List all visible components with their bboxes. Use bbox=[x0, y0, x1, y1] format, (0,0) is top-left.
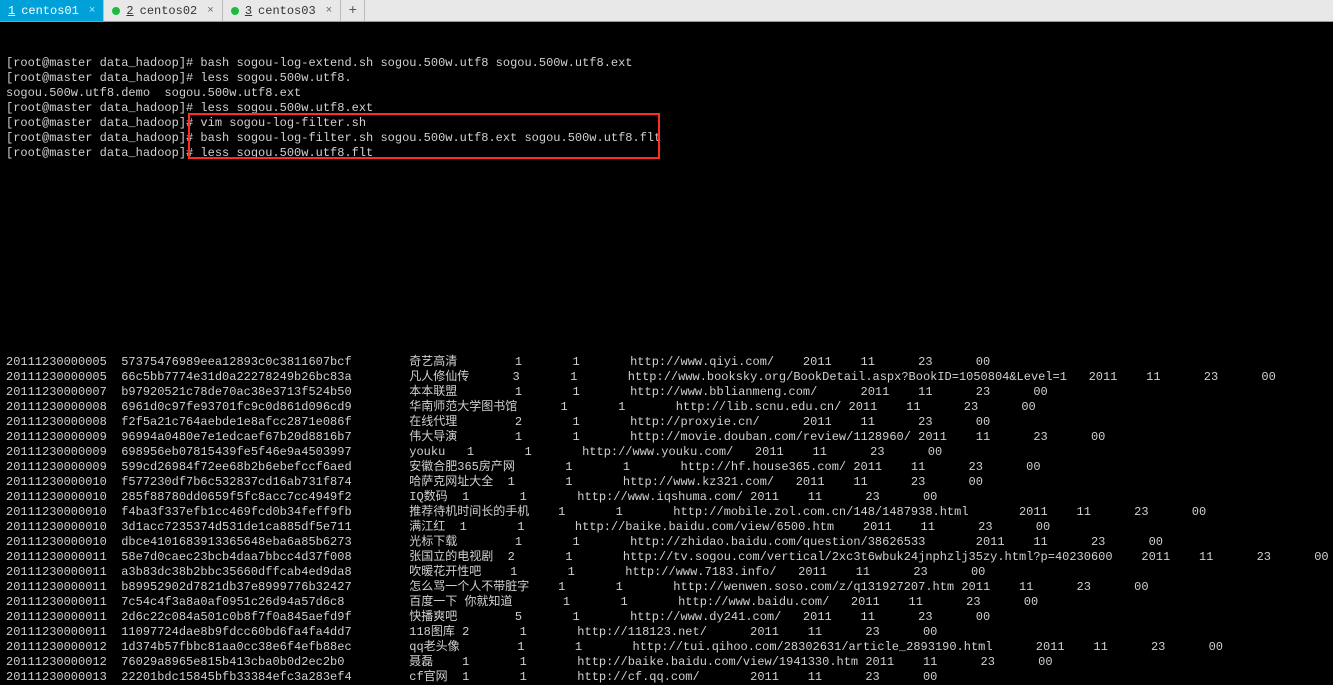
data-row: 20111230000011 11097724dae8b9fdcc60bd6fa… bbox=[6, 625, 1327, 640]
tab-label: centos01 bbox=[21, 4, 79, 18]
terminal-line: sogou.500w.utf8.demo sogou.500w.utf8.ext bbox=[6, 86, 1327, 101]
close-icon[interactable]: × bbox=[203, 5, 214, 17]
data-row: 20111230000009 96994a0480e7e1edcaef67b20… bbox=[6, 430, 1327, 445]
tab-label: centos02 bbox=[140, 4, 198, 18]
data-row: 20111230000005 66c5bb7774e31d0a22278249b… bbox=[6, 370, 1327, 385]
data-row: 20111230000005 57375476989eea12893c0c381… bbox=[6, 355, 1327, 370]
data-row: 20111230000011 58e7d0caec23bcb4daa7bbcc4… bbox=[6, 550, 1327, 565]
tab-centos01[interactable]: 1 centos01 × bbox=[0, 0, 104, 21]
tab-number: 3 bbox=[245, 4, 252, 18]
data-row: 20111230000008 f2f5a21c764aebde1e8afcc28… bbox=[6, 415, 1327, 430]
data-rows: 20111230000005 57375476989eea12893c0c381… bbox=[0, 355, 1333, 685]
tab-bar: 1 centos01 × 2 centos02 × 3 centos03 × + bbox=[0, 0, 1333, 22]
terminal-line: [root@master data_hadoop]# less sogou.50… bbox=[6, 101, 1327, 116]
terminal-line: [root@master data_hadoop]# less sogou.50… bbox=[6, 71, 1327, 86]
data-row: 20111230000011 7c54c4f3a8a0af0951c26d94a… bbox=[6, 595, 1327, 610]
data-row: 20111230000009 599cd26984f72ee68b2b6ebef… bbox=[6, 460, 1327, 475]
data-row: 20111230000010 dbce4101683913365648eba6a… bbox=[6, 535, 1327, 550]
terminal-output[interactable]: [root@master data_hadoop]# bash sogou-lo… bbox=[0, 22, 1333, 165]
data-row: 20111230000011 b89952902d7821db37e899977… bbox=[6, 580, 1327, 595]
tab-number: 2 bbox=[126, 4, 133, 18]
status-dot bbox=[112, 7, 120, 15]
data-row: 20111230000013 22201bdc15845bfb33384efc3… bbox=[6, 670, 1327, 685]
data-row: 20111230000011 a3b83dc38b2bbc35660dffcab… bbox=[6, 565, 1327, 580]
close-icon[interactable]: × bbox=[322, 5, 333, 17]
data-row: 20111230000010 3d1acc7235374d531de1ca885… bbox=[6, 520, 1327, 535]
tab-centos03[interactable]: 3 centos03 × bbox=[223, 0, 341, 21]
tab-centos02[interactable]: 2 centos02 × bbox=[104, 0, 222, 21]
data-row: 20111230000009 698956eb07815439fe5f46e9a… bbox=[6, 445, 1327, 460]
data-row: 20111230000010 f577230df7b6c532837cd16ab… bbox=[6, 475, 1327, 490]
terminal-line: [root@master data_hadoop]# less sogou.50… bbox=[6, 146, 1327, 161]
tab-number: 1 bbox=[8, 4, 15, 18]
data-row: 20111230000011 2d6c22c084a501c0b8f7f0a84… bbox=[6, 610, 1327, 625]
close-icon[interactable]: × bbox=[85, 5, 96, 17]
data-row: 20111230000010 f4ba3f337efb1cc469fcd0b34… bbox=[6, 505, 1327, 520]
data-row: 20111230000010 285f88780dd0659f5fc8acc7c… bbox=[6, 490, 1327, 505]
data-row: 20111230000007 b97920521c78de70ac38e3713… bbox=[6, 385, 1327, 400]
terminal-line: [root@master data_hadoop]# bash sogou-lo… bbox=[6, 56, 1327, 71]
terminal-line: [root@master data_hadoop]# vim sogou-log… bbox=[6, 116, 1327, 131]
data-row: 20111230000012 1d374b57fbbc81aa0cc38e6f4… bbox=[6, 640, 1327, 655]
new-tab-button[interactable]: + bbox=[341, 0, 365, 21]
terminal-line: [root@master data_hadoop]# bash sogou-lo… bbox=[6, 131, 1327, 146]
status-dot bbox=[231, 7, 239, 15]
data-row: 20111230000012 76029a8965e815b413cba0b0d… bbox=[6, 655, 1327, 670]
data-row: 20111230000008 6961d0c97fe93701fc9c0d861… bbox=[6, 400, 1327, 415]
tab-label: centos03 bbox=[258, 4, 316, 18]
